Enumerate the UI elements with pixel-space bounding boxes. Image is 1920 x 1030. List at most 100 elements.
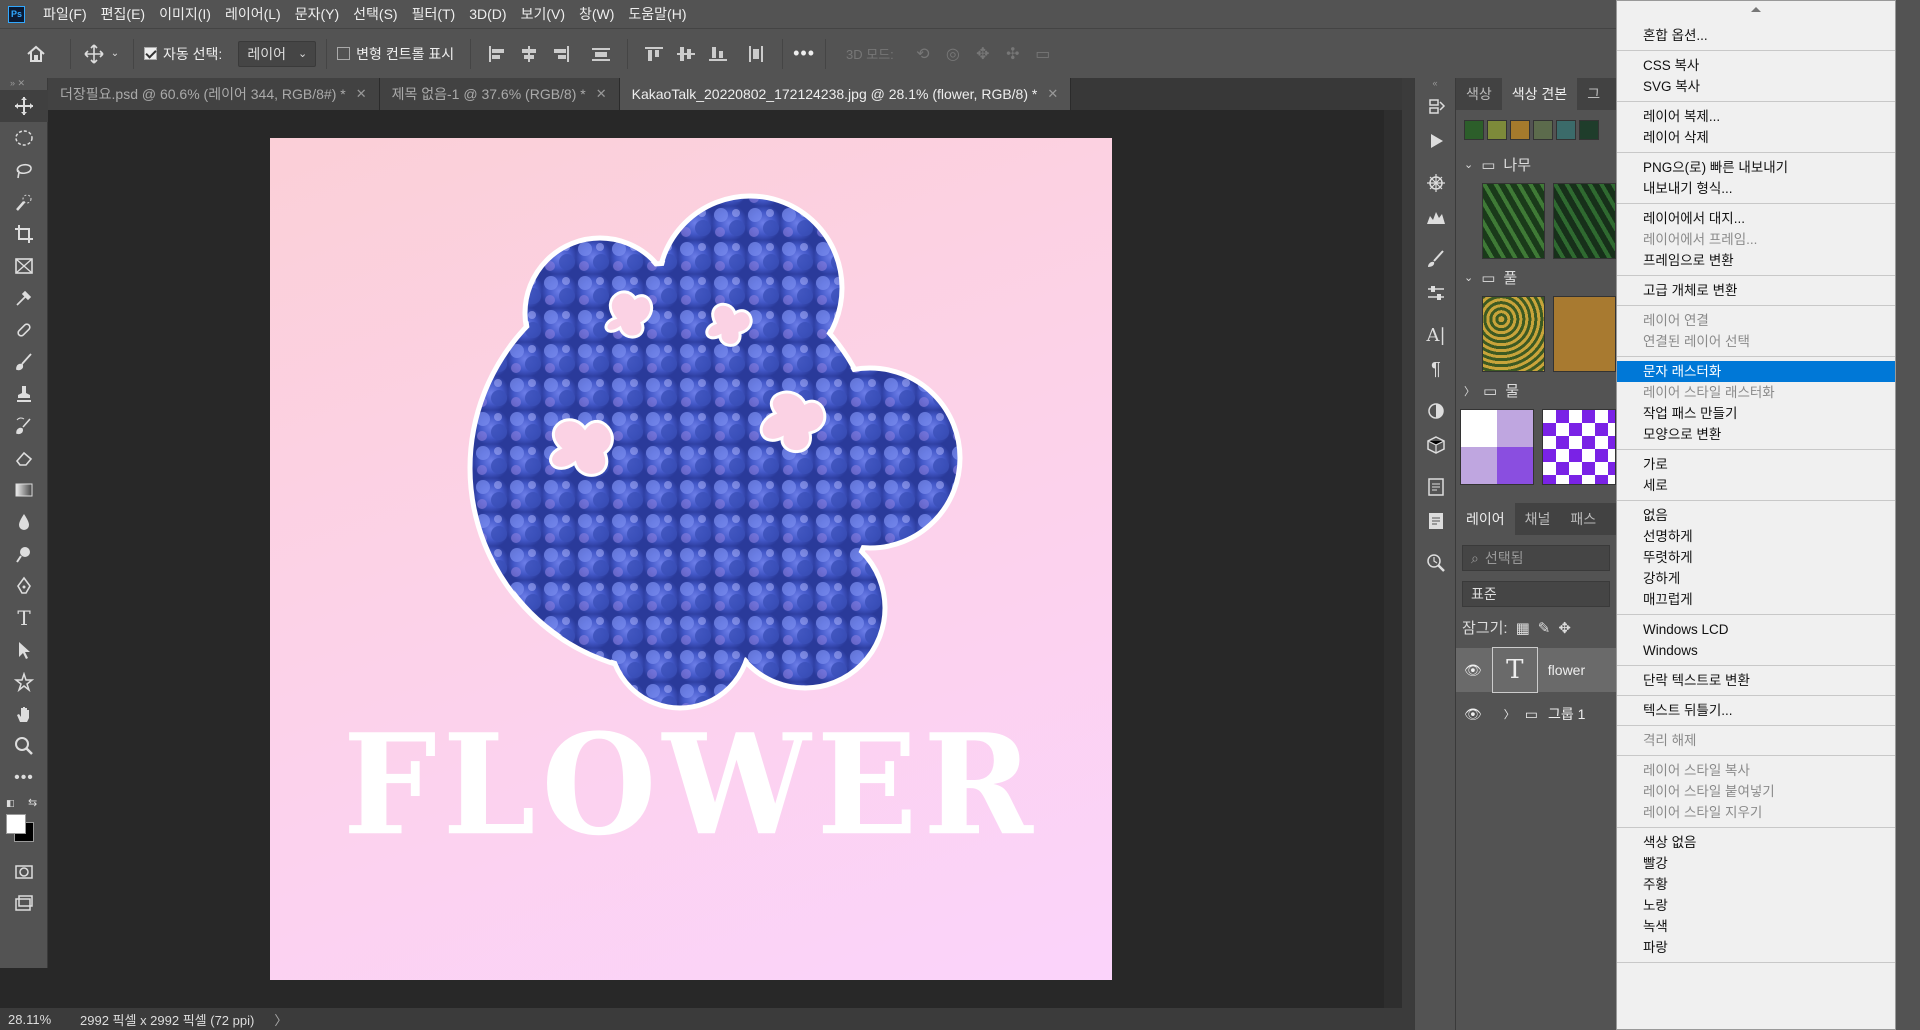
pattern-thumb[interactable] — [1542, 409, 1616, 485]
align-center-icon[interactable] — [515, 40, 543, 68]
zoom-level[interactable]: 28.11% — [0, 1012, 70, 1027]
tab-document-1[interactable]: 더장필요.psd @ 60.6% (레이어 344, RGB/8#) * ✕ — [48, 78, 380, 110]
context-menu-item[interactable]: 프레임으로 변환 — [1617, 250, 1895, 271]
context-menu-item[interactable]: 빨강 — [1617, 853, 1895, 874]
tab-color[interactable]: 색상 — [1456, 84, 1502, 104]
context-menu-item[interactable]: 선명하게 — [1617, 526, 1895, 547]
history-brush-tool[interactable] — [0, 410, 48, 442]
scroll-up-icon[interactable] — [1617, 5, 1895, 21]
context-menu-item[interactable]: 모양으로 변환 — [1617, 424, 1895, 445]
menu-file[interactable]: 파일(F) — [43, 4, 87, 24]
auto-select-checkbox[interactable] — [144, 47, 157, 60]
context-menu-item[interactable]: 강하게 — [1617, 568, 1895, 589]
lasso-tool[interactable] — [0, 154, 48, 186]
context-menu-item[interactable]: 텍스트 뒤틀기... — [1617, 700, 1895, 721]
pattern-swatch[interactable] — [1487, 120, 1507, 140]
clone-stamp-tool[interactable] — [0, 378, 48, 410]
align-middle-icon[interactable] — [672, 40, 700, 68]
pattern-swatch[interactable] — [1579, 120, 1599, 140]
tab-document-3[interactable]: KakaoTalk_20220802_172124238.jpg @ 28.1%… — [619, 78, 1072, 110]
pen-tool[interactable] — [0, 570, 48, 602]
context-menu-item[interactable]: 고급 개체로 변환 — [1617, 280, 1895, 301]
layer-filter[interactable]: ⌕ 선택됨 — [1462, 545, 1610, 571]
menu-type[interactable]: 문자(Y) — [295, 4, 339, 24]
context-menu-item[interactable]: 문자 래스터화 — [1617, 361, 1895, 382]
histogram-icon[interactable] — [1415, 200, 1457, 234]
properties-icon[interactable] — [1415, 276, 1457, 310]
context-menu-item[interactable]: 레이어 복제... — [1617, 106, 1895, 127]
context-menu-item[interactable]: 노랑 — [1617, 895, 1895, 916]
context-menu-item[interactable]: 없음 — [1617, 505, 1895, 526]
context-menu-item[interactable]: 단락 텍스트로 변환 — [1617, 670, 1895, 691]
menu-image[interactable]: 이미지(I) — [159, 4, 211, 24]
crop-tool[interactable] — [0, 218, 48, 250]
eraser-tool[interactable] — [0, 442, 48, 474]
context-menu-item[interactable]: 가로 — [1617, 454, 1895, 475]
menu-select[interactable]: 선택(S) — [353, 4, 397, 24]
context-menu-item[interactable]: 작업 패스 만들기 — [1617, 403, 1895, 424]
notes-icon[interactable] — [1415, 470, 1457, 504]
chevron-right-icon[interactable]: 〉 — [1504, 706, 1515, 722]
transform-controls-checkbox[interactable] — [337, 47, 351, 60]
tab-layers[interactable]: 레이어 — [1456, 503, 1515, 535]
distribute-icon[interactable] — [587, 40, 615, 68]
custom-shape-tool[interactable] — [0, 666, 48, 698]
context-menu-item[interactable]: 색상 없음 — [1617, 832, 1895, 853]
context-menu-item[interactable]: 파랑 — [1617, 937, 1895, 958]
more-options-icon[interactable]: ••• — [793, 43, 815, 64]
history-icon[interactable] — [1415, 90, 1457, 124]
move-tool-icon[interactable] — [81, 43, 107, 64]
quick-select-tool[interactable] — [0, 186, 48, 218]
pattern-swatch[interactable] — [1510, 120, 1530, 140]
screen-mode-icon[interactable] — [0, 888, 48, 920]
edit-toolbar-icon[interactable]: ••• — [0, 762, 48, 794]
auto-select-dropdown[interactable]: 레이어 ⌄ — [238, 40, 317, 67]
canvas-area[interactable]: FLOWER — [48, 110, 1402, 1008]
document-canvas[interactable]: FLOWER — [270, 138, 1112, 980]
brush-settings-icon[interactable] — [1415, 242, 1457, 276]
menu-3d[interactable]: 3D(D) — [469, 6, 506, 22]
dodge-tool[interactable] — [0, 538, 48, 570]
context-menu-item[interactable]: 주황 — [1617, 874, 1895, 895]
timeline-icon[interactable] — [1415, 546, 1457, 580]
status-arrow-icon[interactable]: 〉 — [274, 1010, 287, 1029]
lock-image-icon[interactable]: ✎ — [1538, 619, 1551, 637]
context-menu-item[interactable]: 레이어 삭제 — [1617, 127, 1895, 148]
menu-window[interactable]: 창(W) — [579, 4, 614, 24]
panel-collapse-strip[interactable] — [1402, 78, 1414, 1030]
context-menu-item[interactable]: PNG으(로) 빠른 내보내기 — [1617, 157, 1895, 178]
layer-row-group[interactable]: 👁︎ 〉 ▭ 그룹 1 — [1456, 692, 1616, 736]
chevron-down-icon[interactable]: ⌄ — [107, 48, 123, 59]
pattern-folder-trees[interactable]: ⌄ ▭ 나무 — [1456, 150, 1616, 179]
paragraph-panel-icon[interactable]: ¶ — [1415, 352, 1457, 386]
context-menu-item[interactable]: Windows LCD — [1617, 619, 1895, 640]
character-panel-icon[interactable]: A| — [1415, 318, 1457, 352]
type-tool[interactable]: T — [0, 602, 48, 634]
canvas-scrollbar[interactable] — [1384, 110, 1402, 1008]
context-menu-item[interactable]: 녹색 — [1617, 916, 1895, 937]
close-icon[interactable]: ✕ — [356, 86, 367, 102]
menu-edit[interactable]: 편집(E) — [101, 4, 145, 24]
tab-paths[interactable]: 패스 — [1560, 509, 1606, 529]
styles-icon[interactable] — [1415, 394, 1457, 428]
context-menu-item[interactable]: 레이어에서 대지... — [1617, 208, 1895, 229]
adjustments-icon[interactable] — [1415, 166, 1457, 200]
close-icon[interactable]: ✕ — [596, 86, 607, 102]
pattern-thumb[interactable] — [1553, 296, 1616, 372]
foreground-color-swatch[interactable] — [6, 814, 26, 834]
collapse-icon[interactable]: « — [1415, 78, 1455, 90]
pattern-swatch[interactable] — [1556, 120, 1576, 140]
context-menu-item[interactable]: SVG 복사 — [1617, 76, 1895, 97]
context-menu-item[interactable]: 매끄럽게 — [1617, 589, 1895, 610]
context-menu-item[interactable]: 뚜렷하게 — [1617, 547, 1895, 568]
layer-row-flower[interactable]: 👁︎ T flower — [1456, 647, 1616, 693]
healing-brush-tool[interactable] — [0, 314, 48, 346]
pattern-thumb[interactable] — [1553, 183, 1616, 259]
canvas-text-flower[interactable]: FLOWER — [270, 704, 1112, 867]
eye-icon[interactable]: 👁︎ — [1464, 706, 1482, 723]
context-menu-item[interactable]: 혼합 옵션... — [1617, 25, 1895, 46]
marquee-tool[interactable] — [0, 122, 48, 154]
menu-filter[interactable]: 필터(T) — [412, 4, 456, 24]
default-colors-icon[interactable]: ◧ — [6, 798, 15, 809]
lock-position-icon[interactable]: ✥ — [1558, 619, 1571, 637]
